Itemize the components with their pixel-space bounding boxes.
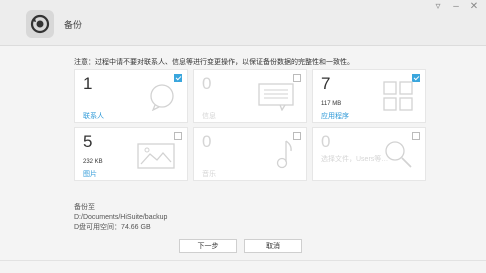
pictures-checkbox[interactable] bbox=[174, 132, 182, 140]
card-label: 选择文件，Users等… bbox=[321, 156, 389, 163]
card-label: 信息 bbox=[202, 113, 216, 120]
card-pictures[interactable]: 5 232 KB 图片 bbox=[74, 127, 188, 181]
apps-icon bbox=[383, 81, 413, 116]
card-label: 音乐 bbox=[202, 171, 216, 178]
card-apps[interactable]: 7 117 MB 应用程序 bbox=[312, 69, 426, 123]
messages-icon bbox=[258, 83, 294, 116]
destination-free-space: D盘可用空间：74.66 GB bbox=[74, 224, 151, 231]
music-checkbox[interactable] bbox=[293, 132, 301, 140]
window-title: 备份 bbox=[64, 20, 83, 30]
backup-logo-icon bbox=[26, 10, 54, 38]
destination-title: 备份至 bbox=[74, 204, 95, 211]
next-button[interactable]: 下一步 bbox=[179, 239, 237, 253]
contacts-checkbox[interactable] bbox=[174, 74, 182, 82]
card-label: 图片 bbox=[83, 171, 97, 178]
card-other-files[interactable]: 0 选择文件，Users等… bbox=[312, 127, 426, 181]
search-files-icon bbox=[383, 139, 413, 174]
card-messages[interactable]: 0 信息 bbox=[193, 69, 307, 123]
card-size: 232 KB bbox=[83, 159, 103, 165]
card-contacts[interactable]: 1 联系人 bbox=[74, 69, 188, 123]
card-label: 联系人 bbox=[83, 113, 104, 120]
card-count: 7 bbox=[321, 74, 331, 93]
card-count: 0 bbox=[321, 132, 331, 151]
restore-down-icon[interactable]: ▿ bbox=[432, 0, 444, 12]
messages-checkbox[interactable] bbox=[293, 74, 301, 82]
other-files-checkbox[interactable] bbox=[412, 132, 420, 140]
card-count: 1 bbox=[83, 74, 93, 93]
title-bar: 备份 ▿ – ✕ bbox=[0, 0, 486, 46]
footer-divider bbox=[0, 260, 486, 261]
backup-notice: 注意：过程中请不要对联系人、信息等进行变更操作，以保证备份数据的完整性和一致性。 bbox=[74, 59, 354, 66]
cancel-button[interactable]: 取消 bbox=[244, 239, 302, 253]
destination-path: D:/Documents/HiSuite/backup bbox=[74, 214, 168, 221]
minimize-icon[interactable]: – bbox=[450, 0, 462, 12]
card-count: 0 bbox=[202, 132, 212, 151]
close-icon[interactable]: ✕ bbox=[468, 0, 480, 12]
card-size: 117 MB bbox=[321, 101, 342, 107]
window-controls: ▿ – ✕ bbox=[432, 0, 480, 12]
music-icon bbox=[274, 139, 294, 174]
card-count: 5 bbox=[83, 132, 93, 151]
card-count: 0 bbox=[202, 74, 212, 93]
card-label: 应用程序 bbox=[321, 113, 349, 120]
contacts-icon bbox=[149, 83, 175, 116]
pictures-icon bbox=[137, 143, 175, 174]
main-content: 注意：过程中请不要对联系人、信息等进行变更操作，以保证备份数据的完整性和一致性。… bbox=[0, 47, 486, 273]
apps-checkbox[interactable] bbox=[412, 74, 420, 82]
card-music[interactable]: 0 音乐 bbox=[193, 127, 307, 181]
backup-category-grid: 1 联系人 0 信息 7 117 MB 应用程序 5 232 KB 图片 0 音… bbox=[74, 69, 426, 187]
